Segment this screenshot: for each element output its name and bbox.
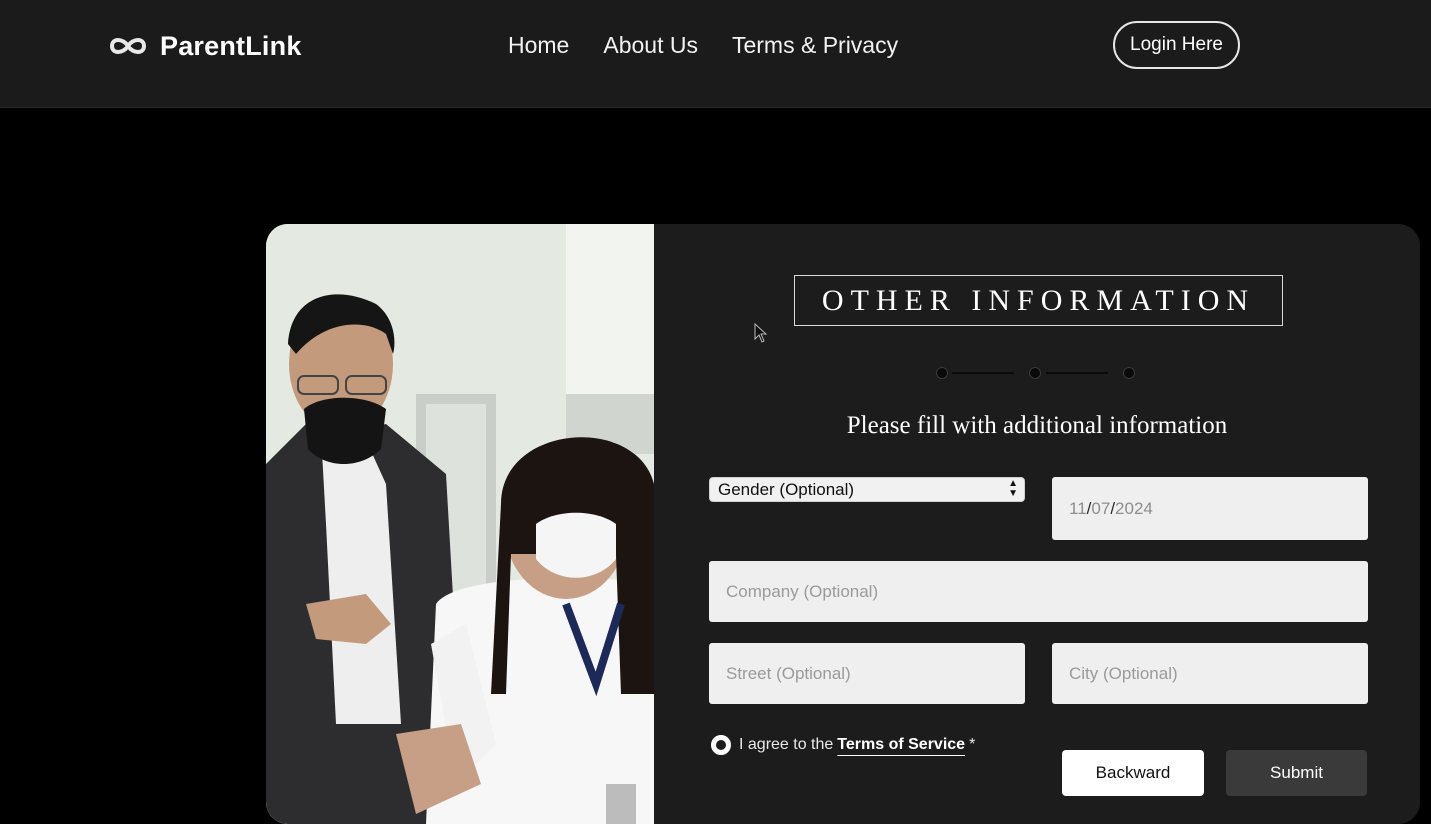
form-title: OTHER INFORMATION bbox=[794, 275, 1283, 326]
step-dot-3 bbox=[1123, 367, 1135, 379]
form-subtitle: Please fill with additional information bbox=[846, 412, 1228, 439]
city-placeholder: City (Optional) bbox=[1069, 663, 1178, 683]
date-year: 2024 bbox=[1115, 498, 1153, 518]
date-month: 11 bbox=[1069, 498, 1087, 518]
submit-button[interactable]: Submit bbox=[1226, 750, 1367, 796]
city-input[interactable]: City (Optional) bbox=[1052, 643, 1368, 704]
step-dot-1 bbox=[936, 367, 948, 379]
gender-select[interactable]: Gender (Optional) ▲ ▼ bbox=[709, 477, 1025, 502]
select-arrows-icon: ▲ ▼ bbox=[1008, 478, 1018, 499]
login-button[interactable]: Login Here bbox=[1113, 21, 1240, 69]
terms-agreement: I agree to the Terms of Service * bbox=[711, 733, 975, 757]
required-mark: * bbox=[969, 736, 976, 753]
company-placeholder: Company (Optional) bbox=[726, 581, 879, 601]
agree-text: I agree to the bbox=[739, 736, 834, 753]
nav-link-terms-privacy[interactable]: Terms & Privacy bbox=[732, 30, 898, 60]
step-connector-2 bbox=[1046, 372, 1108, 374]
registration-card: OTHER INFORMATION Please fill with addit… bbox=[266, 224, 1420, 824]
brand-name: ParentLink bbox=[160, 30, 302, 61]
step-connector-1 bbox=[952, 372, 1014, 374]
street-placeholder: Street (Optional) bbox=[726, 663, 851, 683]
company-input[interactable]: Company (Optional) bbox=[709, 561, 1368, 622]
date-day: 07 bbox=[1091, 498, 1111, 518]
date-input[interactable]: 11/07/2024 bbox=[1052, 477, 1368, 540]
brand-logo-link[interactable]: ParentLink bbox=[106, 28, 302, 64]
step-dot-2 bbox=[1029, 367, 1041, 379]
terms-of-service-link[interactable]: Terms of Service bbox=[837, 736, 965, 754]
gender-select-value: Gender (Optional) bbox=[718, 480, 855, 499]
backward-button[interactable]: Backward bbox=[1062, 750, 1204, 796]
nav-link-about-us[interactable]: About Us bbox=[603, 30, 698, 60]
step-indicator bbox=[936, 365, 1136, 379]
form-panel: OTHER INFORMATION Please fill with addit… bbox=[654, 224, 1420, 824]
infinity-logo-icon bbox=[109, 38, 147, 54]
nav-link-home[interactable]: Home bbox=[508, 30, 569, 60]
agree-radio[interactable] bbox=[711, 735, 731, 755]
street-input[interactable]: Street (Optional) bbox=[709, 643, 1025, 704]
hero-photo bbox=[266, 224, 654, 824]
mouse-cursor-icon bbox=[754, 323, 768, 343]
main-nav: Home About Us Terms & Privacy bbox=[508, 30, 898, 60]
top-navbar: ParentLink Home About Us Terms & Privacy… bbox=[0, 0, 1431, 108]
